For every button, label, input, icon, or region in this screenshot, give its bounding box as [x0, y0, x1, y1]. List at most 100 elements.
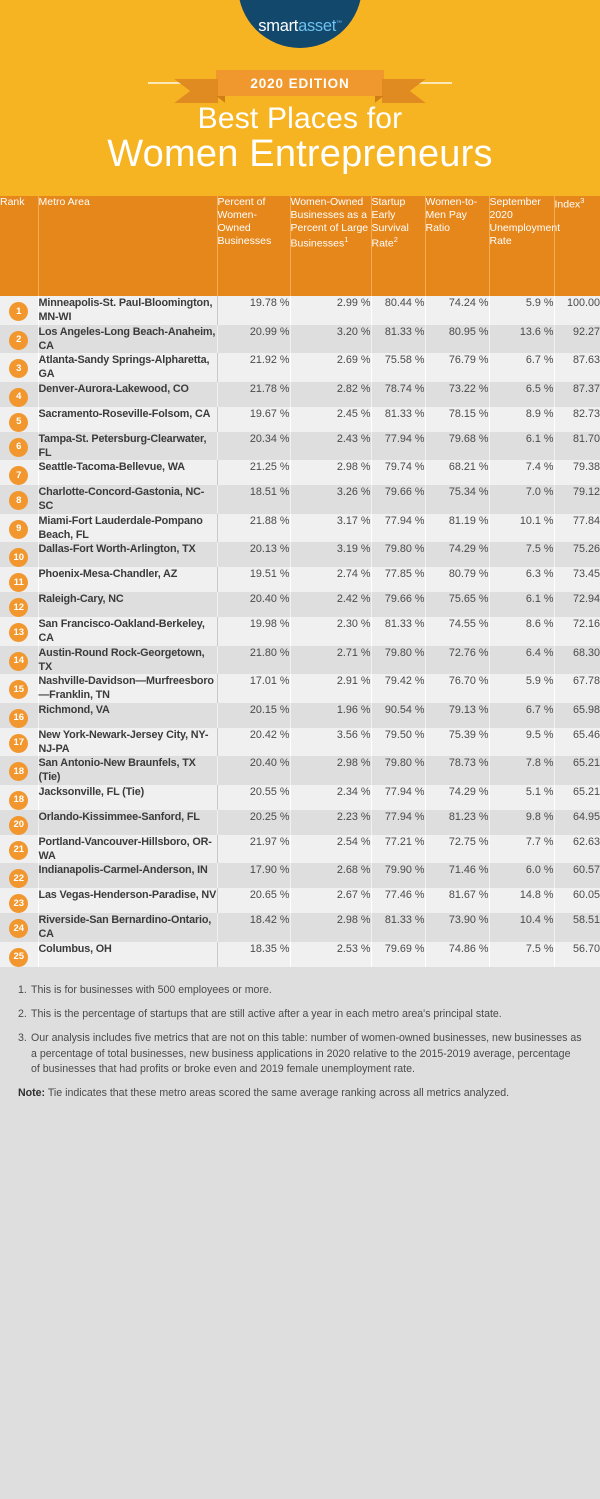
- table-row[interactable]: 13 San Francisco-Oakland-Berkeley, CA 19.9…: [0, 617, 600, 646]
- cell-pay-ratio: 72.75 %: [425, 834, 490, 863]
- cell-survival-rate: 79.74 %: [371, 460, 426, 485]
- table-row[interactable]: 10 Dallas-Fort Worth-Arlington, TX 20.13 %…: [0, 542, 600, 567]
- table-row[interactable]: 12 Raleigh-Cary, NC 20.40 % 2.42 % 79.66 % 75…: [0, 592, 600, 617]
- table-row[interactable]: 21 Portland-Vancouver-Hillsboro, OR-WA 21.…: [0, 834, 600, 863]
- table-row[interactable]: 9 Miami-Fort Lauderdale-Pompano Beach, FL…: [0, 513, 600, 542]
- cell-rank: 18: [0, 784, 39, 810]
- cell-metro-area: Los Angeles-Long Beach-Anaheim, CA: [37, 324, 218, 353]
- title-line-2: Women Entrepreneurs: [107, 132, 493, 175]
- table-note: Note: Tie indicates that these metro are…: [18, 1086, 582, 1101]
- footnote-2: 2. This is the percentage of startups th…: [18, 1007, 582, 1022]
- cell-metro-area: Richmond, VA: [37, 702, 218, 728]
- cell-pay-ratio: 79.68 %: [425, 431, 490, 460]
- cell-pct-large: 2.30 %: [290, 617, 372, 646]
- table-row[interactable]: 14 Austin-Round Rock-Georgetown, TX 21.80 …: [0, 645, 600, 674]
- cell-index: 56.70: [572, 942, 600, 955]
- footnote-ref-1: 1: [344, 235, 349, 245]
- cell-index: 60.05: [572, 889, 600, 901]
- table-row[interactable]: 16 Richmond, VA 20.15 % 1.96 % 90.54 % 79.13 …: [0, 702, 600, 728]
- table-row[interactable]: 5 Sacramento-Roseville-Folsom, CA 19.67 % 2…: [0, 406, 600, 432]
- cell-pct-women-owned: 20.25 %: [217, 809, 291, 835]
- cell-pct-women-owned: 21.80 %: [217, 645, 291, 674]
- cell-index: 60.57: [572, 864, 600, 876]
- cell-unemployment: 14.8 %: [489, 888, 555, 913]
- ribbon-tail-left-icon: [174, 79, 219, 103]
- cell-rank: 24: [0, 913, 39, 942]
- col-header-rank-label: Rank: [0, 196, 25, 208]
- cell-pay-ratio: 79.13 %: [425, 702, 490, 728]
- cell-pct-large: 3.19 %: [290, 542, 372, 567]
- cell-survival-rate: 77.85 %: [371, 567, 426, 592]
- cell-unemployment: 6.5 %: [489, 381, 555, 407]
- cell-survival-rate: 77.21 %: [371, 834, 426, 863]
- cell-metro-area: San Antonio-New Braunfels, TX (Tie): [37, 756, 218, 785]
- table-row[interactable]: 17 New York-Newark-Jersey City, NY-NJ-PA 2…: [0, 727, 600, 756]
- hero-banner: smartasset™ 2020 EDITION Best Places for…: [0, 0, 600, 196]
- table-row[interactable]: 2 Los Angeles-Long Beach-Anaheim, CA 20.99…: [0, 324, 600, 353]
- rank-badge: 16: [9, 708, 29, 728]
- cell-index: 100.00: [566, 297, 600, 309]
- cell-unemployment: 6.4 %: [489, 645, 555, 674]
- cell-pct-women-owned: 21.88 %: [217, 513, 291, 542]
- cell-pct-large: 3.26 %: [290, 485, 372, 514]
- table-row[interactable]: 23 Las Vegas-Henderson-Paradise, NV 20.65 …: [0, 888, 600, 913]
- table-row[interactable]: 15 Nashville-Davidson—Murfreesboro—Frankl…: [0, 674, 600, 703]
- cell-survival-rate: 81.33 %: [371, 406, 426, 432]
- cell-metro-area: Minneapolis-St. Paul-Bloomington, MN-WI: [37, 296, 218, 325]
- cell-pct-large: 3.56 %: [290, 727, 372, 756]
- footnotes-section: 1. This is for businesses with 500 emplo…: [0, 966, 600, 1128]
- cell-rank: 12: [0, 592, 39, 617]
- table-row[interactable]: 18 San Antonio-New Braunfels, TX (Tie) 20.…: [0, 756, 600, 785]
- table-row[interactable]: 3 Atlanta-Sandy Springs-Alpharetta, GA 21.…: [0, 353, 600, 382]
- cell-survival-rate: 81.33 %: [371, 617, 426, 646]
- cell-pct-large: 2.23 %: [290, 809, 372, 835]
- footnote-1: 1. This is for businesses with 500 emplo…: [18, 983, 582, 998]
- cell-unemployment: 7.7 %: [489, 834, 555, 863]
- col-header-pct-women-owned: Percent of Women-Owned Businesses: [217, 196, 291, 296]
- cell-metro-area: Denver-Aurora-Lakewood, CO: [37, 381, 218, 407]
- cell-pct-large: 2.71 %: [290, 645, 372, 674]
- table-row[interactable]: 1 Minneapolis-St. Paul-Bloomington, MN-WI…: [0, 296, 600, 325]
- cell-survival-rate: 79.42 %: [371, 674, 426, 703]
- table-row[interactable]: 7 Seattle-Tacoma-Bellevue, WA 21.25 % 2.98 …: [0, 460, 600, 485]
- cell-rank: 13: [0, 617, 39, 646]
- cell-pay-ratio: 74.29 %: [425, 784, 490, 810]
- cell-metro-area: Phoenix-Mesa-Chandler, AZ: [37, 567, 218, 592]
- brand-logo: smartasset™: [0, 0, 600, 48]
- cell-index: 58.51: [572, 914, 600, 926]
- table-row[interactable]: 18 Jacksonville, FL (Tie) 20.55 % 2.34 % 77.…: [0, 784, 600, 810]
- cell-index: 81.70: [572, 432, 600, 445]
- cell-unemployment: 6.0 %: [489, 863, 555, 888]
- table-row[interactable]: 6 Tampa-St. Petersburg-Clearwater, FL 20.3…: [0, 431, 600, 460]
- cell-unemployment: 7.5 %: [489, 941, 555, 967]
- rankings-table: Rank Metro Area Percent of Women-Owned B…: [0, 196, 600, 967]
- cell-pct-women-owned: 20.42 %: [217, 727, 291, 756]
- cell-metro-area: Riverside-San Bernardino-Ontario, CA: [37, 913, 218, 942]
- col-header-pay-ratio: Women-to-Men Pay Ratio: [425, 196, 490, 296]
- rank-badge: 2: [9, 330, 29, 350]
- cell-index: 64.95: [572, 810, 600, 823]
- cell-survival-rate: 77.94 %: [371, 431, 426, 460]
- cell-metro-area: Sacramento-Roseville-Folsom, CA: [37, 406, 218, 432]
- cell-pct-large: 2.67 %: [290, 888, 372, 913]
- rank-badge: 4: [9, 387, 29, 407]
- table-row[interactable]: 20 Orlando-Kissimmee-Sanford, FL 20.25 % 2.…: [0, 809, 600, 835]
- cell-rank: 10: [0, 542, 39, 567]
- cell-rank: 22: [0, 863, 39, 888]
- cell-rank: 6: [0, 431, 39, 460]
- cell-pct-women-owned: 17.90 %: [217, 863, 291, 888]
- cell-index: 79.38: [572, 461, 600, 473]
- page-title: Best Places for Women Entrepreneurs: [0, 103, 600, 175]
- table-row[interactable]: 24 Riverside-San Bernardino-Ontario, CA 18…: [0, 913, 600, 942]
- cell-pct-large: 2.82 %: [290, 381, 372, 407]
- table-row[interactable]: 11 Phoenix-Mesa-Chandler, AZ 19.51 % 2.74 %…: [0, 567, 600, 592]
- table-row[interactable]: 25 Columbus, OH 18.35 % 2.53 % 79.69 % 74.86 …: [0, 941, 600, 967]
- cell-pct-large: 2.98 %: [290, 460, 372, 485]
- table-row[interactable]: 8 Charlotte-Concord-Gastonia, NC-SC 18.51 …: [0, 485, 600, 514]
- table-row[interactable]: 4 Denver-Aurora-Lakewood, CO 21.78 % 2.82 %…: [0, 381, 600, 407]
- table-row[interactable]: 22 Indianapolis-Carmel-Anderson, IN 17.90 …: [0, 863, 600, 888]
- cell-pay-ratio: 75.39 %: [425, 727, 490, 756]
- cell-pct-women-owned: 19.51 %: [217, 567, 291, 592]
- cell-unemployment: 10.1 %: [489, 513, 555, 542]
- cell-pay-ratio: 78.15 %: [425, 406, 490, 432]
